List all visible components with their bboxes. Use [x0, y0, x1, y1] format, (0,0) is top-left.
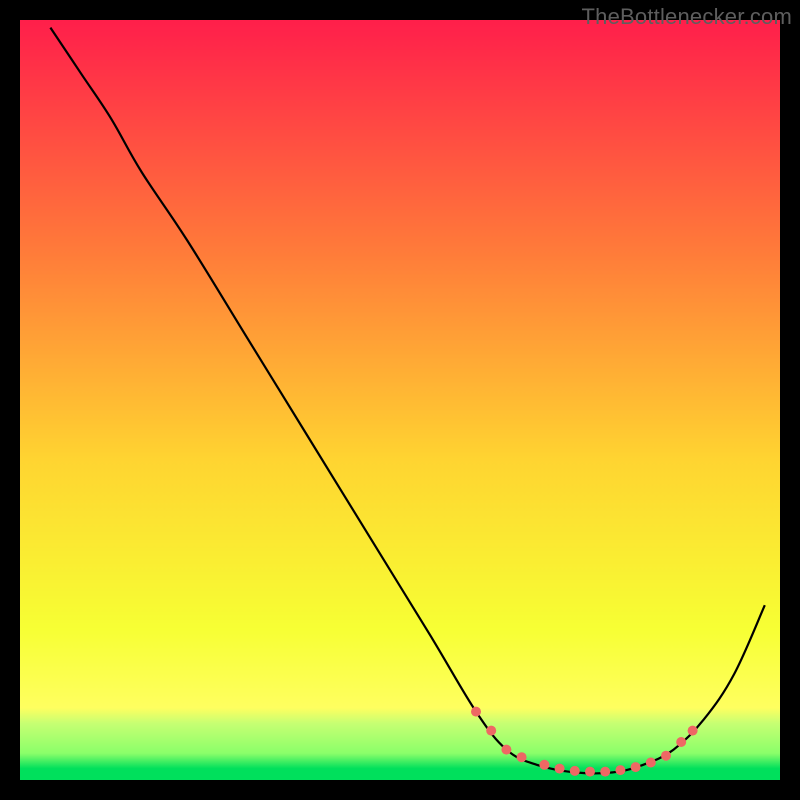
curve-marker: [585, 767, 595, 777]
curve-marker: [646, 758, 656, 768]
curve-marker: [600, 767, 610, 777]
curve-marker: [539, 760, 549, 770]
curve-marker: [517, 752, 527, 762]
curve-marker: [555, 764, 565, 774]
curve-marker: [631, 762, 641, 772]
attribution-text: TheBottlenecker.com: [582, 4, 792, 30]
curve-marker: [570, 766, 580, 776]
curve-marker: [615, 765, 625, 775]
curve-marker: [471, 707, 481, 717]
curve-layer: [20, 20, 780, 780]
curve-marker: [486, 726, 496, 736]
curve-marker: [676, 737, 686, 747]
curve-markers: [471, 707, 698, 777]
bottleneck-curve: [50, 28, 764, 774]
curve-marker: [688, 726, 698, 736]
curve-marker: [661, 751, 671, 761]
curve-marker: [501, 745, 511, 755]
